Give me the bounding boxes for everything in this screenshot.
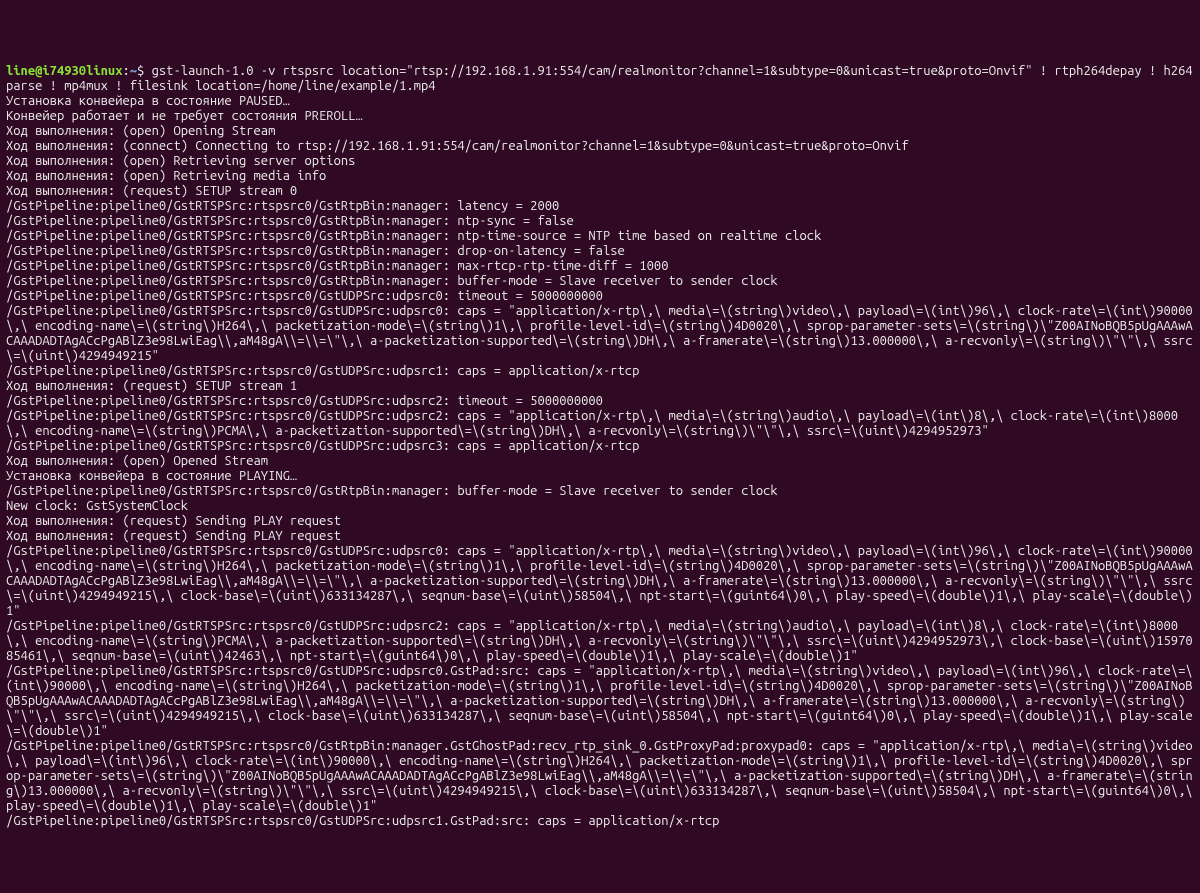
output-line: /GstPipeline:pipeline0/GstRTSPSrc:rtspsr… xyxy=(6,289,1194,304)
output-line: /GstPipeline:pipeline0/GstRTSPSrc:rtspsr… xyxy=(6,664,1194,739)
prompt-dollar: $ xyxy=(137,64,152,78)
output-line: Конвейер работает и не требует состояния… xyxy=(6,109,1194,124)
output-line: /GstPipeline:pipeline0/GstRTSPSrc:rtspsr… xyxy=(6,409,1194,439)
output-line: /GstPipeline:pipeline0/GstRTSPSrc:rtspsr… xyxy=(6,544,1194,619)
output-line: /GstPipeline:pipeline0/GstRTSPSrc:rtspsr… xyxy=(6,619,1194,664)
output-line: /GstPipeline:pipeline0/GstRTSPSrc:rtspsr… xyxy=(6,199,1194,214)
output-line: /GstPipeline:pipeline0/GstRTSPSrc:rtspsr… xyxy=(6,364,1194,379)
output-line: /GstPipeline:pipeline0/GstRTSPSrc:rtspsr… xyxy=(6,439,1194,454)
output-line: Ход выполнения: (connect) Connecting to … xyxy=(6,139,1194,154)
output-line: Ход выполнения: (request) SETUP stream 0 xyxy=(6,184,1194,199)
terminal-window[interactable]: line@i74930linux:~$ gst-launch-1.0 -v rt… xyxy=(0,60,1200,833)
output-line: /GstPipeline:pipeline0/GstRTSPSrc:rtspsr… xyxy=(6,739,1194,814)
output-line: Установка конвейера в состояние PLAYING… xyxy=(6,469,1194,484)
output-line: /GstPipeline:pipeline0/GstRTSPSrc:rtspsr… xyxy=(6,814,1194,829)
output-line: /GstPipeline:pipeline0/GstRTSPSrc:rtspsr… xyxy=(6,214,1194,229)
prompt-colon: : xyxy=(122,64,129,78)
prompt-path: ~ xyxy=(130,64,137,78)
output-line: Ход выполнения: (open) Opening Stream xyxy=(6,124,1194,139)
output-line: Ход выполнения: (request) Sending PLAY r… xyxy=(6,514,1194,529)
output-line: /GstPipeline:pipeline0/GstRTSPSrc:rtspsr… xyxy=(6,274,1194,289)
output-line: /GstPipeline:pipeline0/GstRTSPSrc:rtspsr… xyxy=(6,229,1194,244)
output-line: Ход выполнения: (open) Retrieving server… xyxy=(6,154,1194,169)
output-line: /GstPipeline:pipeline0/GstRTSPSrc:rtspsr… xyxy=(6,484,1194,499)
output-line: Ход выполнения: (open) Retrieving media … xyxy=(6,169,1194,184)
output-line: Ход выполнения: (request) SETUP stream 1 xyxy=(6,379,1194,394)
output-line: New clock: GstSystemClock xyxy=(6,499,1194,514)
prompt-line[interactable]: line@i74930linux:~$ gst-launch-1.0 -v rt… xyxy=(6,64,1194,94)
output-line: /GstPipeline:pipeline0/GstRTSPSrc:rtspsr… xyxy=(6,244,1194,259)
command-text: gst-launch-1.0 -v rtspsrc location="rtsp… xyxy=(6,64,1193,93)
output-line: /GstPipeline:pipeline0/GstRTSPSrc:rtspsr… xyxy=(6,304,1194,364)
output-line: Установка конвейера в состояние PAUSED… xyxy=(6,94,1194,109)
output-line: /GstPipeline:pipeline0/GstRTSPSrc:rtspsr… xyxy=(6,259,1194,274)
output-line: Ход выполнения: (request) Sending PLAY r… xyxy=(6,529,1194,544)
output-line: Ход выполнения: (open) Opened Stream xyxy=(6,454,1194,469)
output-line: /GstPipeline:pipeline0/GstRTSPSrc:rtspsr… xyxy=(6,394,1194,409)
prompt-user-host: line@i74930linux xyxy=(6,64,122,78)
